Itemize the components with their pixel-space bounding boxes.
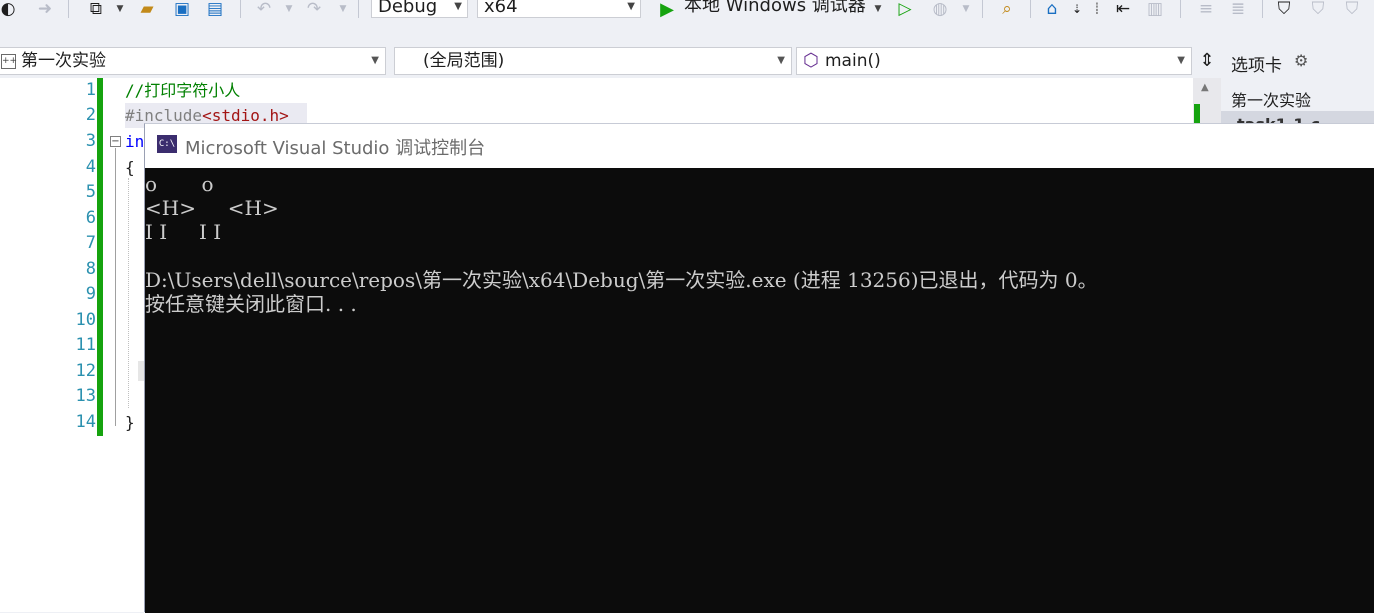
navigation-bar: ++ 第一次实验 ▼ (全局范围) ▼ ⬡ main() ▼ ⇕ [0, 45, 1374, 78]
filter-icon[interactable]: ⇣ [1070, 0, 1084, 18]
line-number: 3 [85, 131, 96, 151]
chevron-down-icon: ▼ [371, 55, 379, 66]
scroll-up-icon[interactable]: ▲ [1201, 82, 1209, 93]
save-icon[interactable]: ▣ [170, 0, 194, 19]
bookmark-next-icon[interactable]: ⛉ [1340, 0, 1364, 19]
toolbar-separator [240, 0, 241, 18]
project-icon: ++ [1, 54, 17, 69]
console-title: Microsoft Visual Studio 调试控制台 [185, 138, 486, 159]
process-icon[interactable]: ◍ [928, 0, 952, 19]
find-icon[interactable]: ⌕ [994, 0, 1020, 19]
redo-icon[interactable]: ↷ [302, 0, 326, 19]
console-title-bar[interactable]: C:\ Microsoft Visual Studio 调试控制台 [145, 124, 1374, 168]
member-select[interactable]: ⬡ main() ▼ [796, 47, 1192, 75]
toolbar: ◐ ➜ ⧉ ▼ ▰ ▣ ▤ ↶ ▼ ↷ ▼ Debug ▼ x64 ▼ ▶ 本地… [0, 0, 1374, 44]
toolbar-separator [1262, 0, 1263, 18]
console-line: o o [145, 172, 214, 196]
change-tracking-bar [97, 78, 103, 436]
new-project-icon[interactable]: ⧉ [84, 0, 108, 19]
console-output: o o <H> <H> I I I I D:\Users\dell\source… [145, 168, 1374, 613]
toolbar-separator [358, 0, 359, 18]
line-number-gutter: 1 2 3 4 5 6 7 8 9 10 11 12 13 14 [16, 78, 96, 612]
scope-select[interactable]: (全局范围) ▼ [394, 47, 792, 75]
toolbar-separator [68, 0, 69, 18]
line-number: 7 [85, 233, 96, 253]
console-app-icon: C:\ [157, 135, 177, 153]
run-debugger-label[interactable]: 本地 Windows 调试器 [684, 0, 866, 18]
code-line-3: in [125, 132, 145, 151]
console-line: D:\Users\dell\source\repos\第一次实验\x64\Deb… [145, 268, 1098, 292]
platform-select[interactable]: x64 ▼ [477, 0, 641, 18]
line-number: 13 [75, 386, 96, 406]
project-select-value: 第一次实验 [21, 51, 106, 71]
code-line-4: { [125, 158, 135, 177]
open-icon[interactable]: ▰ [135, 0, 159, 19]
toolbar-separator [982, 0, 983, 18]
chevron-down-icon[interactable]: ▼ [872, 0, 884, 18]
line-number: 12 [75, 361, 96, 381]
line-number: 5 [85, 182, 96, 202]
chevron-down-icon[interactable]: ▼ [284, 0, 294, 18]
debug-console-window[interactable]: C:\ Microsoft Visual Studio 调试控制台 o o <H… [144, 123, 1374, 613]
member-select-value: main() [825, 51, 881, 71]
gear-icon[interactable]: ⚙ [1294, 51, 1308, 70]
uncomment-icon[interactable]: ≣ [1226, 0, 1250, 19]
line-number: 2 [85, 105, 96, 125]
line-number: 9 [85, 284, 96, 304]
outline-guide [115, 148, 116, 426]
console-line: 按任意键关闭此窗口. . . [145, 292, 357, 316]
line-number: 14 [75, 412, 96, 432]
chevron-down-icon[interactable]: ▼ [115, 0, 125, 18]
scope-select-value: (全局范围) [423, 51, 505, 71]
forward-icon[interactable]: ➜ [34, 0, 56, 19]
code-line-14: } [125, 413, 135, 432]
solution-config-value: Debug [378, 0, 438, 17]
line-number: 6 [85, 208, 96, 228]
line-number: 10 [75, 310, 96, 330]
platform-value: x64 [484, 0, 518, 17]
solution-config-select[interactable]: Debug ▼ [371, 0, 468, 18]
method-cube-icon: ⬡ [803, 50, 819, 71]
panel-group-label[interactable]: 第一次实验 [1231, 87, 1311, 111]
console-line: I I I I [145, 220, 222, 244]
line-number: 1 [85, 80, 96, 100]
home-icon[interactable]: ⌂ [1040, 0, 1064, 19]
sync-icon[interactable]: ⇤ [1110, 0, 1136, 19]
properties-icon[interactable]: ▥ [1142, 0, 1168, 19]
line-number: 8 [85, 259, 96, 279]
toolbar-separator [1180, 0, 1181, 18]
comment-icon[interactable]: ≡ [1194, 0, 1218, 19]
back-icon[interactable]: ◐ [0, 0, 16, 19]
indent-guide [128, 178, 129, 408]
bookmark-icon[interactable]: ⛉ [1272, 0, 1296, 19]
collapse-icon[interactable]: − [110, 136, 121, 147]
split-window-icon[interactable]: ⇕ [1196, 49, 1218, 73]
chevron-down-icon: ▼ [777, 55, 785, 66]
panel-title: 选项卡 [1231, 56, 1282, 76]
play-icon[interactable]: ▶ [656, 0, 678, 20]
undo-icon[interactable]: ↶ [252, 0, 276, 19]
drag-handle-icon[interactable]: ⁞ [1090, 0, 1104, 19]
chevron-down-icon: ▼ [454, 1, 462, 12]
line-number: 11 [75, 335, 96, 355]
chevron-down-icon: ▼ [1177, 55, 1185, 66]
line-number: 4 [85, 157, 96, 177]
save-all-icon[interactable]: ▤ [202, 0, 228, 19]
bookmark-prev-icon[interactable]: ⛉ [1306, 0, 1330, 19]
toolbar-separator [1030, 0, 1031, 18]
chevron-down-icon[interactable]: ▼ [960, 0, 972, 18]
start-without-debug-icon[interactable]: ▷ [894, 0, 916, 19]
console-line: <H> <H> [145, 196, 279, 220]
chevron-down-icon[interactable]: ▼ [338, 0, 348, 18]
code-line-1: //打印字符小人 [125, 81, 241, 100]
project-select[interactable]: ++ 第一次实验 ▼ [0, 47, 386, 75]
chevron-down-icon: ▼ [627, 1, 635, 12]
